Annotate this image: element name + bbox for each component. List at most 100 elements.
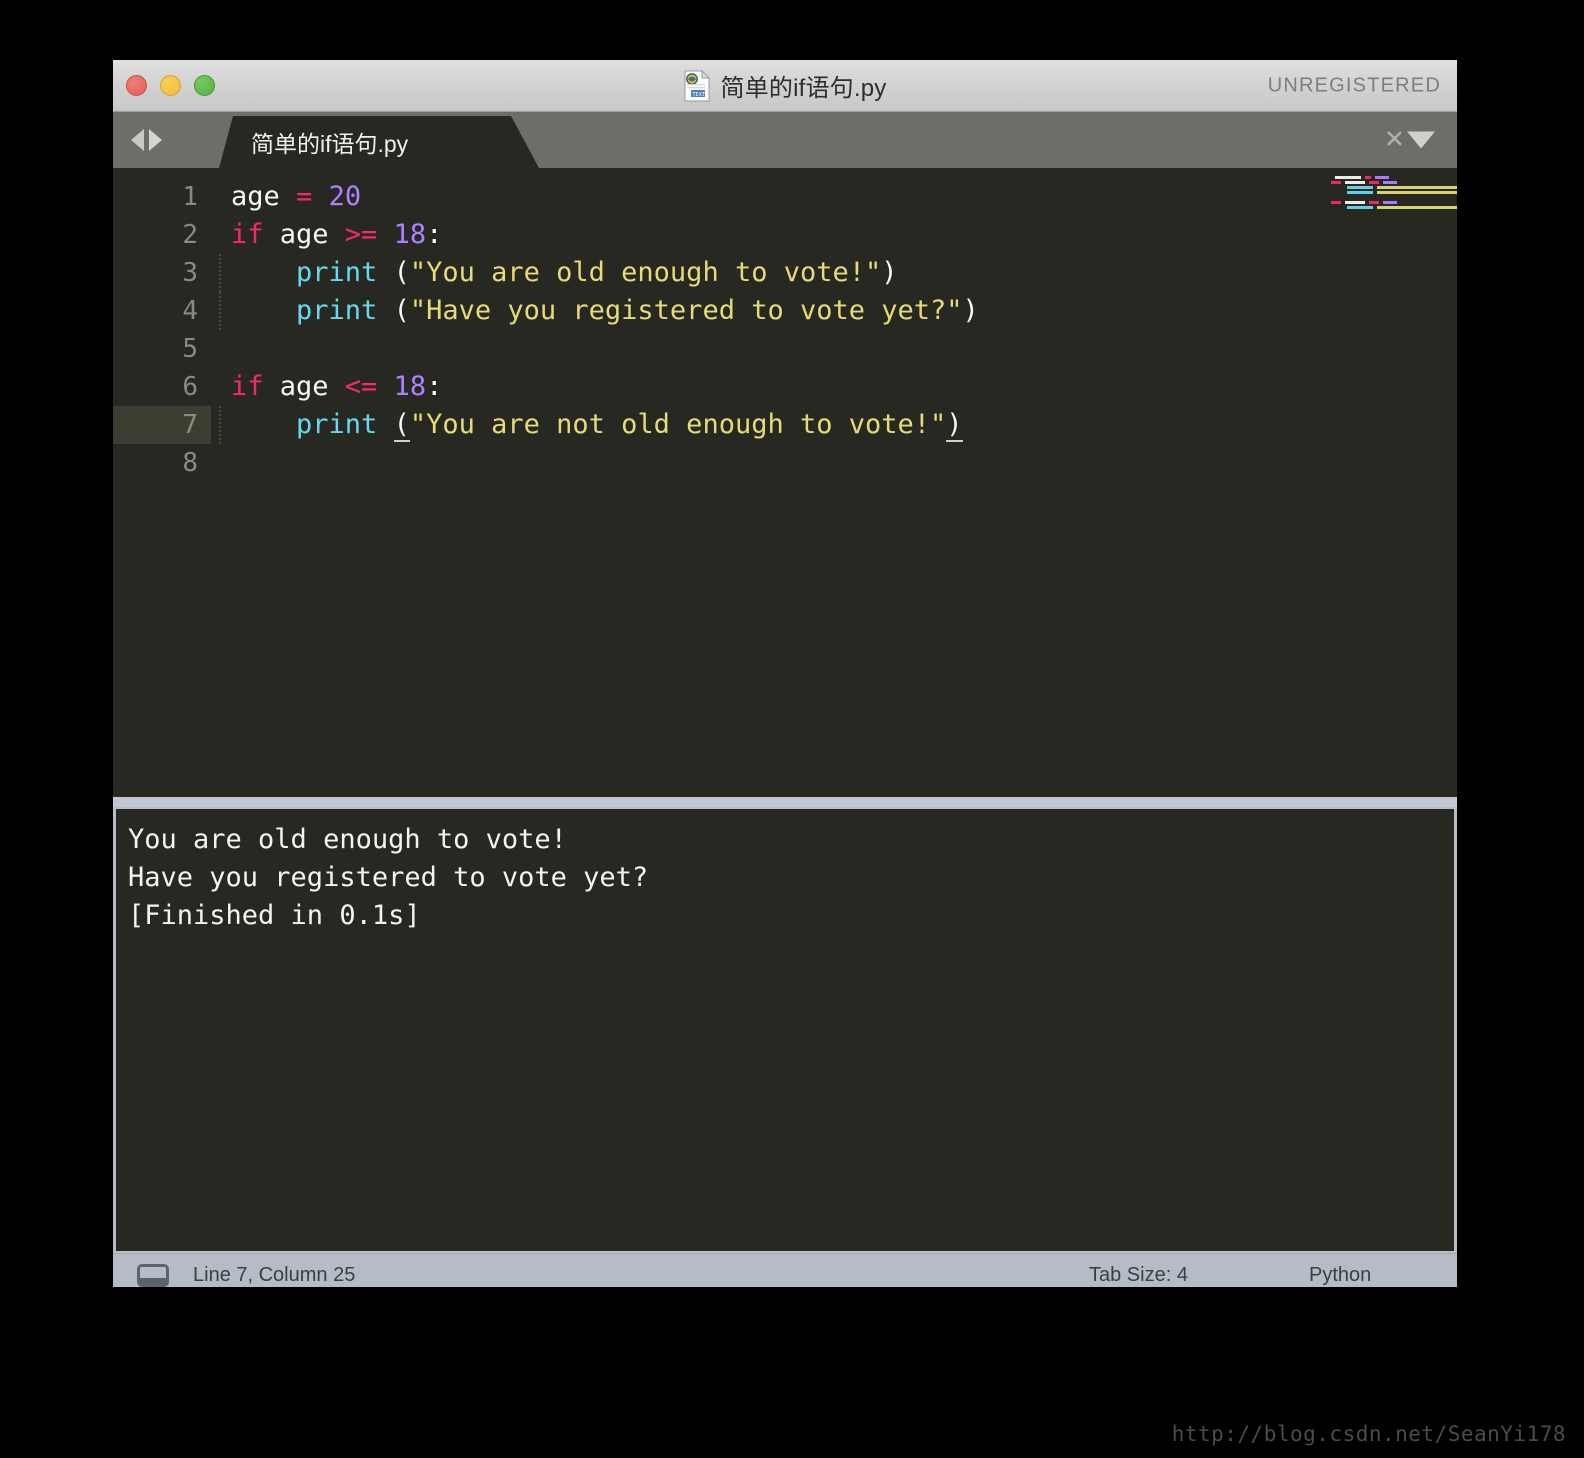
minimap-segment (1383, 201, 1397, 204)
code-line[interactable]: 8 (113, 444, 1457, 482)
code-token: ) (946, 409, 963, 442)
code-text[interactable]: if age >= 18: (211, 216, 442, 254)
code-line[interactable]: 6 if age <= 18: (113, 368, 1457, 406)
tab-simple-if-statement[interactable]: 简单的if语句.py (219, 116, 539, 168)
code-text[interactable]: print ("You are old enough to vote!") (211, 254, 898, 292)
minimap-line (1327, 196, 1449, 199)
code-text[interactable]: print ("Have you registered to vote yet?… (211, 292, 979, 330)
code-text[interactable]: age = 20 (211, 178, 361, 216)
console-panel-icon[interactable] (137, 1264, 169, 1287)
window-controls (126, 75, 215, 96)
code-token: 18 (393, 219, 427, 250)
line-number: 4 (182, 296, 198, 326)
code-token: print (296, 257, 378, 288)
close-button[interactable] (126, 75, 147, 96)
minimap-segment (1335, 176, 1361, 179)
line-number: 7 (113, 406, 211, 444)
close-icon[interactable]: ✕ (1384, 127, 1405, 153)
status-bar: Line 7, Column 25 Tab Size: 4 Python (113, 1253, 1457, 1287)
line-number: 3 (182, 258, 198, 288)
code-token: print (296, 409, 378, 440)
code-line[interactable]: 5 (113, 330, 1457, 368)
code-token: = (296, 181, 313, 212)
minimap-segment (1345, 181, 1365, 184)
code-token: : (426, 219, 443, 250)
code-token: ) (881, 257, 898, 288)
minimap-line (1327, 206, 1457, 209)
minimap-line (1327, 176, 1449, 179)
minimap-segment (1377, 186, 1457, 189)
minimap-segment (1375, 176, 1389, 179)
minimap-segment (1347, 186, 1373, 189)
line-number: 5 (182, 334, 198, 364)
code-token: : (426, 371, 443, 402)
minimize-button[interactable] (160, 75, 181, 96)
minimap-line (1327, 186, 1457, 189)
code-minimap[interactable] (1327, 176, 1457, 226)
minimap-segment (1383, 181, 1397, 184)
python-file-icon: TEXT (683, 69, 711, 102)
cursor-position-label[interactable]: Line 7, Column 25 (193, 1264, 355, 1287)
chevron-right-icon[interactable] (149, 129, 162, 151)
svg-text:TEXT: TEXT (692, 91, 707, 97)
minimap-line (1327, 191, 1457, 194)
code-token: age (263, 219, 345, 250)
code-token: if (231, 371, 264, 402)
minimap-line (1327, 201, 1449, 204)
minimap-segment (1369, 181, 1379, 184)
indent-guide (219, 254, 221, 292)
tab-navigation (131, 129, 162, 151)
code-line[interactable]: 4 print ("Have you registered to vote ye… (113, 292, 1457, 330)
tab-label: 简单的if语句.py (251, 131, 409, 157)
code-token: <= (344, 371, 378, 402)
code-token: 20 (328, 181, 362, 212)
maximize-button[interactable] (194, 75, 215, 96)
line-number: 6 (182, 372, 198, 402)
code-line[interactable]: 3 print ("You are old enough to vote!") (113, 254, 1457, 292)
minimap-segment (1345, 201, 1365, 204)
code-token: age (263, 371, 345, 402)
minimap-segment (1331, 181, 1341, 184)
minimap-segment (1347, 191, 1373, 194)
code-token: print (296, 295, 378, 326)
chevron-left-icon[interactable] (131, 129, 144, 151)
minimap-segment (1377, 191, 1457, 194)
code-line[interactable]: 7 print ("You are not old enough to vote… (113, 406, 1457, 444)
unregistered-label: UNREGISTERED (1267, 74, 1441, 96)
tab-bar: 简单的if语句.py ✕ (113, 112, 1457, 168)
code-text[interactable]: if age <= 18: (211, 368, 442, 406)
chevron-down-icon[interactable] (1407, 131, 1435, 149)
code-line[interactable]: 1 age = 20 (113, 178, 1457, 216)
code-token: ) (962, 295, 979, 326)
build-output-panel[interactable]: You are old enough to vote! Have you reg… (113, 807, 1457, 1253)
minimap-segment (1347, 206, 1373, 209)
window-title: 简单的if语句.py (720, 75, 887, 102)
code-text[interactable] (211, 444, 231, 482)
line-number: 2 (182, 220, 198, 250)
sublime-text-window: TEXT 简单的if语句.py UNREGISTERED 简单的if语句.py … (113, 60, 1457, 1287)
code-token: ( (393, 295, 410, 326)
code-line[interactable]: 2 if age >= 18: (113, 216, 1457, 254)
language-label[interactable]: Python (1309, 1264, 1371, 1287)
line-number: 8 (182, 448, 198, 478)
code-text[interactable]: print ("You are not old enough to vote!"… (211, 406, 963, 444)
minimap-segment (1377, 206, 1457, 209)
panel-divider[interactable] (113, 797, 1457, 807)
code-token: >= (344, 219, 378, 250)
code-text[interactable] (211, 330, 231, 368)
window-titlebar: TEXT 简单的if语句.py UNREGISTERED (113, 60, 1457, 112)
line-number: 1 (182, 182, 198, 212)
code-token: ( (393, 409, 410, 442)
minimap-segment (1331, 201, 1341, 204)
tab-size-label[interactable]: Tab Size: 4 (1089, 1264, 1188, 1287)
watermark: http://blog.csdn.net/SeanYi178 (1171, 1422, 1566, 1446)
code-editor[interactable]: 1 age = 20 2 if age >= 18: 3 print ("You are… (113, 168, 1457, 797)
code-lines[interactable]: 1 age = 20 2 if age >= 18: 3 print ("You are… (113, 178, 1457, 482)
